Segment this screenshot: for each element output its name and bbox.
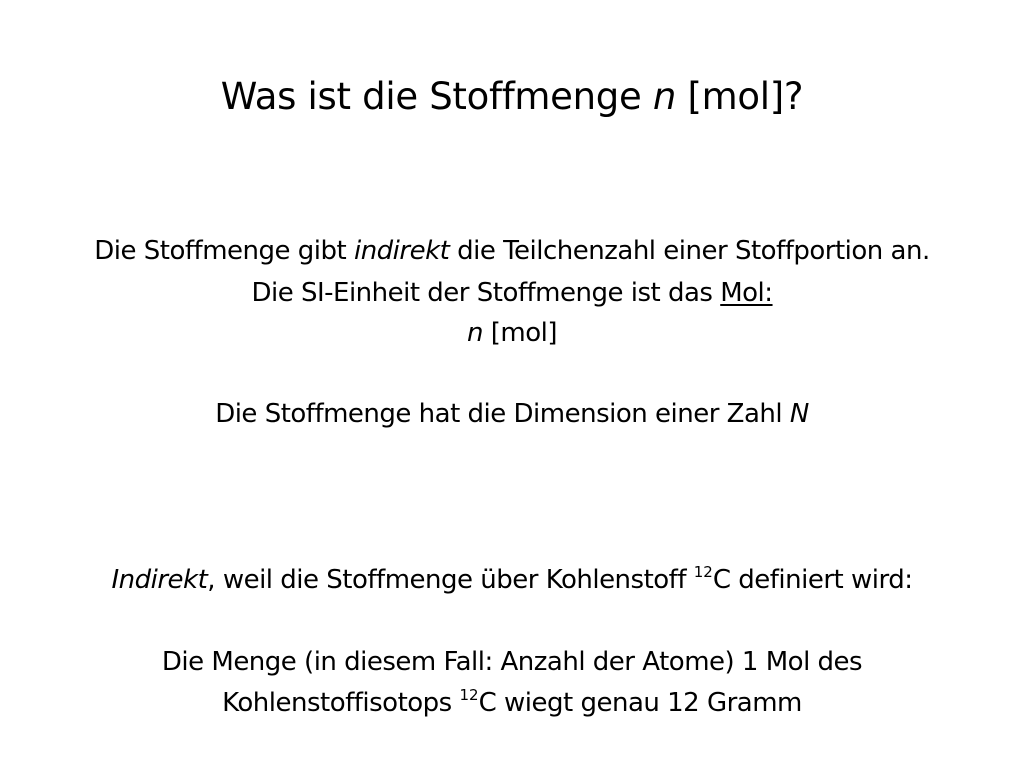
unit-mol: [mol] (482, 318, 558, 348)
unit-symbol-n: n (467, 318, 483, 348)
explanation-text-a: , weil die Stoffmenge über Kohlenstoff (207, 565, 694, 595)
mol-link[interactable]: Mol: (720, 278, 773, 308)
definition-line-2: Die SI-Einheit der Stoffmenge ist das Mo… (0, 276, 1024, 310)
title-prefix: Was ist die Stoffmenge (220, 75, 653, 118)
explanation-text-c: Die Menge (in diesem Fall: Anzahl der At… (161, 647, 863, 677)
isotope-mass-number-2: 12 (459, 686, 479, 704)
dimension-symbol-N: N (789, 399, 809, 429)
slide-title: Was ist die Stoffmenge n [mol]? (0, 74, 1024, 120)
title-symbol-n: n (652, 75, 677, 118)
explanation-line-2: Die Menge (in diesem Fall: Anzahl der At… (0, 645, 1024, 679)
explanation-text-b: C definiert wird: (712, 565, 913, 595)
slide: Was ist die Stoffmenge n [mol]? Die Stof… (0, 0, 1024, 768)
explanation-text-e: C wiegt genau 12 Gramm (478, 688, 803, 718)
definition-emphasis-indirekt: indirekt (353, 236, 450, 266)
definition-line-1: Die Stoffmenge gibt indirekt die Teilche… (0, 234, 1024, 268)
explanation-line-3: Kohlenstoffisotops 12C wiegt genau 12 Gr… (0, 686, 1024, 723)
definition-line-3: n [mol] (0, 316, 1024, 350)
si-unit-text: Die SI-Einheit der Stoffmenge ist das (251, 278, 721, 308)
dimension-text: Die Stoffmenge hat die Dimension einer Z… (215, 399, 790, 429)
explanation-text-d: Kohlenstoffisotops (222, 688, 460, 718)
isotope-mass-number: 12 (693, 563, 713, 581)
title-suffix: [mol]? (676, 75, 804, 118)
definition-text-a: Die Stoffmenge gibt (94, 236, 354, 266)
dimension-line: Die Stoffmenge hat die Dimension einer Z… (0, 397, 1024, 431)
definition-text-b: die Teilchenzahl einer Stoffportion an. (449, 236, 930, 266)
explanation-emphasis-indirekt: Indirekt (111, 565, 208, 595)
explanation-line-1: Indirekt, weil die Stoffmenge über Kohle… (0, 563, 1024, 600)
